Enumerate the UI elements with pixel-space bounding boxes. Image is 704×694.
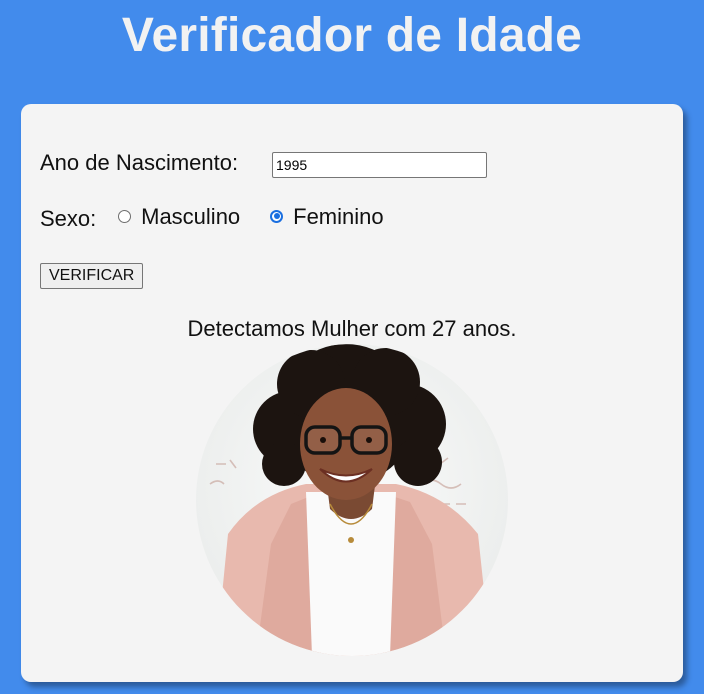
result-message: Detectamos Mulher com 27 anos. — [187, 316, 517, 341]
form-card: Ano de Nascimento: Sexo: Masculino Femin… — [21, 104, 683, 682]
page-title: Verificador de Idade — [121, 9, 583, 62]
birth-year-label: Ano de Nascimento: — [40, 150, 239, 175]
sex-label: Sexo: — [40, 206, 97, 231]
radio-feminino[interactable] — [270, 209, 283, 223]
radio-masculino[interactable] — [118, 209, 131, 223]
radio-label-masculino: Masculino — [141, 204, 241, 229]
woman-photo — [196, 344, 508, 656]
woman-photo-illustration — [209, 344, 491, 656]
radio-option-masculino[interactable]: Masculino — [118, 204, 240, 230]
radio-option-feminino[interactable]: Feminino — [270, 204, 384, 230]
birth-year-input[interactable] — [272, 152, 487, 178]
radio-label-feminino: Feminino — [293, 204, 384, 229]
verify-button[interactable]: VERIFICAR — [40, 263, 144, 289]
